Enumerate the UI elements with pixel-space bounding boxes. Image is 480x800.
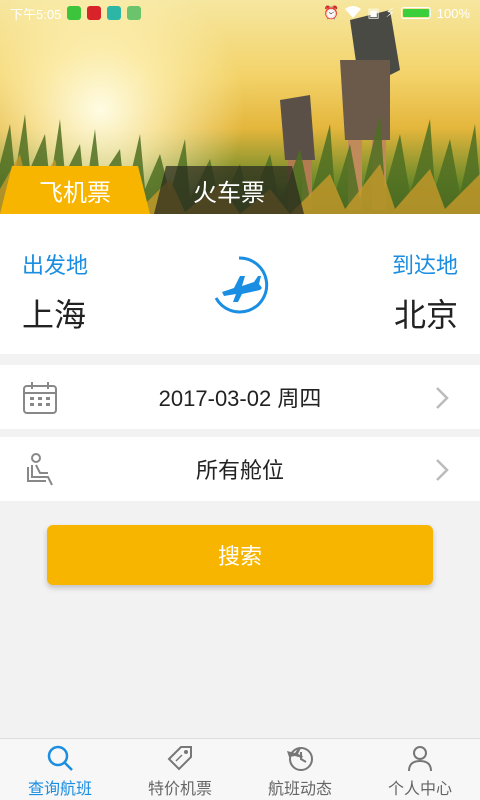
alarm-icon: ⏰ [323,5,340,20]
arrival-city[interactable]: 北京 [394,290,458,336]
battery-icon [400,7,431,19]
nav-label: 个人中心 [387,781,452,798]
person-icon [408,746,432,772]
nav-label: 特价机票 [147,781,212,798]
swap-airplane-icon[interactable] [208,254,270,316]
battery-percent: 100% [436,5,470,21]
search-button[interactable]: 搜索 [47,525,433,585]
nav-label: 查询航班 [27,781,92,798]
tab-train[interactable]: 火车票 [154,166,304,214]
cabin-value: 所有舱位 [195,458,284,483]
chevron-right-icon [436,387,449,409]
charging-icon: ⚡ [385,5,395,20]
notification-icon [67,6,82,20]
date-value: 2017-03-02 周四 [158,386,322,411]
nav-label: 航班动态 [267,781,332,798]
search-icon [47,745,73,771]
departure-city[interactable]: 上海 [22,290,86,336]
android-icon [127,6,142,20]
nav-special-tickets[interactable]: 特价机票 [120,739,240,800]
tag-icon [167,746,192,771]
ticket-type-tabs: 飞机票 火车票 [0,166,480,214]
news-app-icon [87,6,102,20]
status-time: 下午5:05 [10,6,62,22]
chevron-right-icon [436,459,449,481]
date-row[interactable]: 2017-03-02 周四 [0,365,480,429]
calendar-icon [23,382,57,414]
bottom-nav: 查询航班 特价机票 航班动态 个人中心 [0,738,480,800]
seat-icon [27,453,53,486]
route-card: 出发地 上海 到达地 北京 [0,214,480,354]
departure-label: 出发地 [22,253,89,278]
app-icon [107,6,122,20]
cabin-row[interactable]: 所有舱位 [0,437,480,501]
arrival-label: 到达地 [391,253,458,278]
nav-flight-status[interactable]: 航班动态 [240,739,360,800]
flight-status-icon [287,747,313,771]
sim-icon: ▣ [367,5,380,20]
nav-search-flights[interactable]: 查询航班 [0,739,120,800]
nav-profile[interactable]: 个人中心 [360,739,480,800]
status-bar: 下午5:05 ⏰ ▣ ⚡ 100% [0,0,480,26]
wifi-icon [345,5,362,21]
tab-flight[interactable]: 飞机票 [0,166,150,214]
